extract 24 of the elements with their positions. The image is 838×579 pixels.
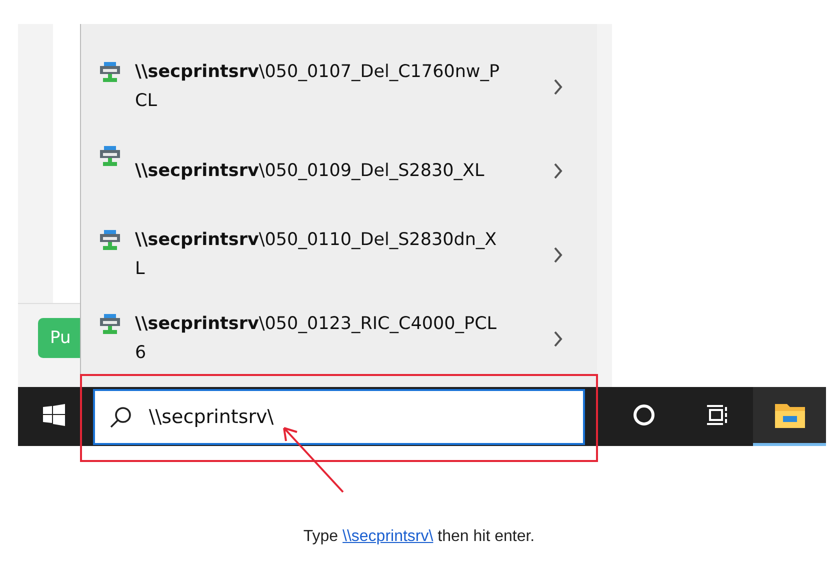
printer-icon — [99, 229, 121, 251]
printer-menu-item[interactable]: \\secprintsrv\050_0110_Del_S2830dn_XL — [81, 213, 597, 297]
search-field[interactable]: \\secprintsrv\ — [92, 388, 586, 444]
printer-path: \\secprintsrv\050_0109_Del_S2830_XL — [135, 160, 486, 182]
instruction-text: Type \\secprintsrv\ then hit enter. — [303, 528, 535, 545]
printer-menu-item[interactable]: \\secprintsrv\050_0123_RIC_C4000_PCL6 — [81, 297, 597, 381]
printer-icon — [99, 61, 121, 83]
chevron-right-icon — [553, 331, 563, 347]
chevron-right-icon — [553, 163, 563, 179]
circle-icon — [632, 403, 656, 427]
printer-menu-item[interactable]: \\secprintsrv\050_0109_Del_S2830_XL — [81, 129, 597, 213]
printer-menu-item[interactable]: \\secprintsrv\050_0107_Del_C1760nw_PCL — [81, 45, 597, 129]
search-icon — [108, 404, 133, 428]
printer-icon — [99, 313, 121, 335]
chevron-right-icon — [553, 247, 563, 263]
printer-path: \\secprintsrv\050_0110_Del_S2830dn_XL — [135, 229, 498, 281]
windows-start-icon — [43, 404, 66, 426]
taskbar-button[interactable] — [753, 387, 826, 446]
printer-path: \\secprintsrv\050_0123_RIC_C4000_PCL6 — [135, 313, 498, 365]
chevron-right-icon — [553, 79, 563, 95]
printer-path: \\secprintsrv\050_0107_Del_C1760nw_PCL — [135, 61, 501, 113]
server-link[interactable]: \\secprintsrv\ — [342, 528, 434, 545]
printer-icon — [99, 145, 121, 167]
task-view-icon — [704, 403, 729, 427]
